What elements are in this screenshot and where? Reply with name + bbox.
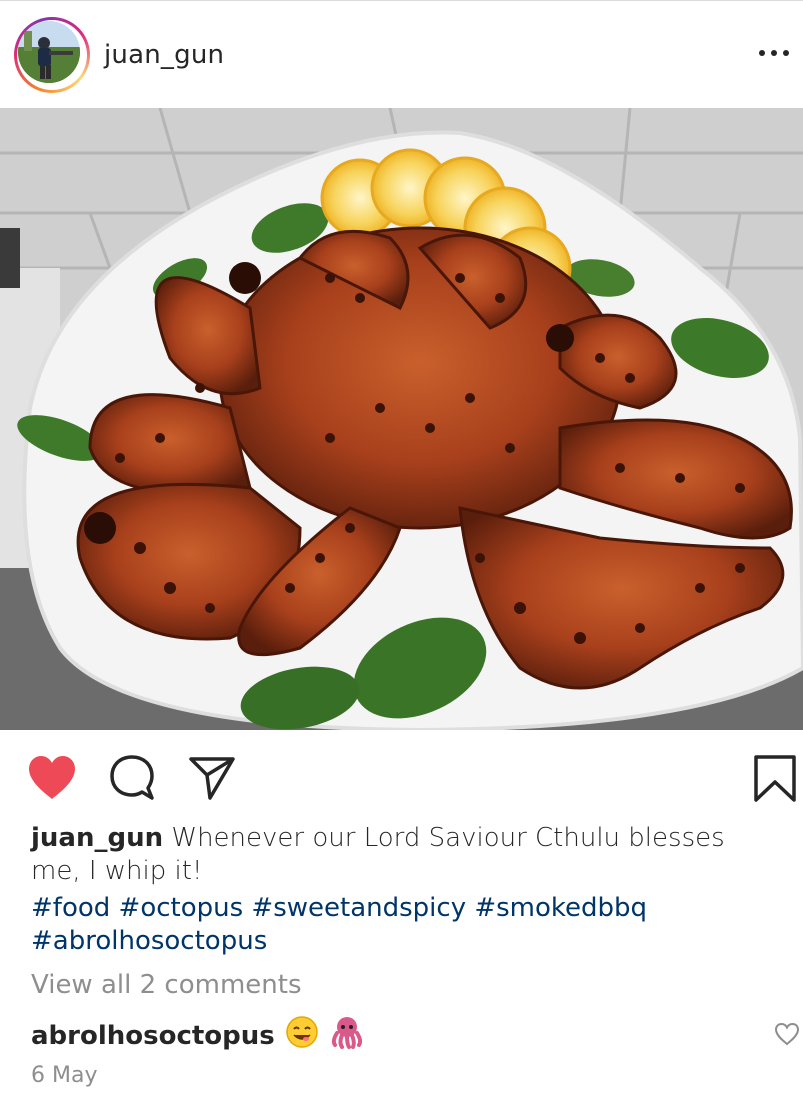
- post-header: juan_gun: [0, 0, 803, 108]
- post-caption: juan_gun Whenever our Lord Saviour Cthul…: [31, 822, 776, 888]
- hashtag-list: #food #octopus #sweetandspicy #smokedbbq…: [31, 892, 776, 958]
- comment-username[interactable]: abrolhosoctopus: [31, 1021, 275, 1051]
- octopus-dish-image: [0, 108, 803, 730]
- post-date: 6 May: [31, 1063, 98, 1088]
- hashtag-link[interactable]: #abrolhosoctopus: [31, 926, 267, 956]
- view-all-comments-link[interactable]: View all 2 comments: [31, 970, 302, 1000]
- avatar-photo: [18, 21, 80, 83]
- comment-row: abrolhosoctopus: [31, 1015, 365, 1056]
- hashtag-link[interactable]: #sweetandspicy: [251, 893, 466, 923]
- octopus-emoji-icon: [329, 1015, 365, 1056]
- heart-outline-icon[interactable]: [774, 1022, 800, 1051]
- smiley-emoji-icon: [285, 1015, 319, 1056]
- heart-filled-icon[interactable]: [27, 755, 77, 806]
- hashtag-link[interactable]: #octopus: [119, 893, 244, 923]
- post-actions: [0, 740, 803, 810]
- more-dots-icon[interactable]: [757, 46, 791, 60]
- hashtag-link[interactable]: #food: [31, 893, 110, 923]
- hashtag-link[interactable]: #smokedbbq: [474, 893, 647, 923]
- paper-plane-icon[interactable]: [188, 755, 236, 806]
- avatar[interactable]: [14, 17, 90, 93]
- post-username[interactable]: juan_gun: [104, 40, 224, 70]
- avatar-image: [18, 21, 80, 83]
- caption-username[interactable]: juan_gun: [31, 823, 163, 853]
- post-photo[interactable]: [0, 108, 803, 730]
- bookmark-icon[interactable]: [753, 754, 797, 809]
- comment-bubble-icon[interactable]: [108, 754, 156, 807]
